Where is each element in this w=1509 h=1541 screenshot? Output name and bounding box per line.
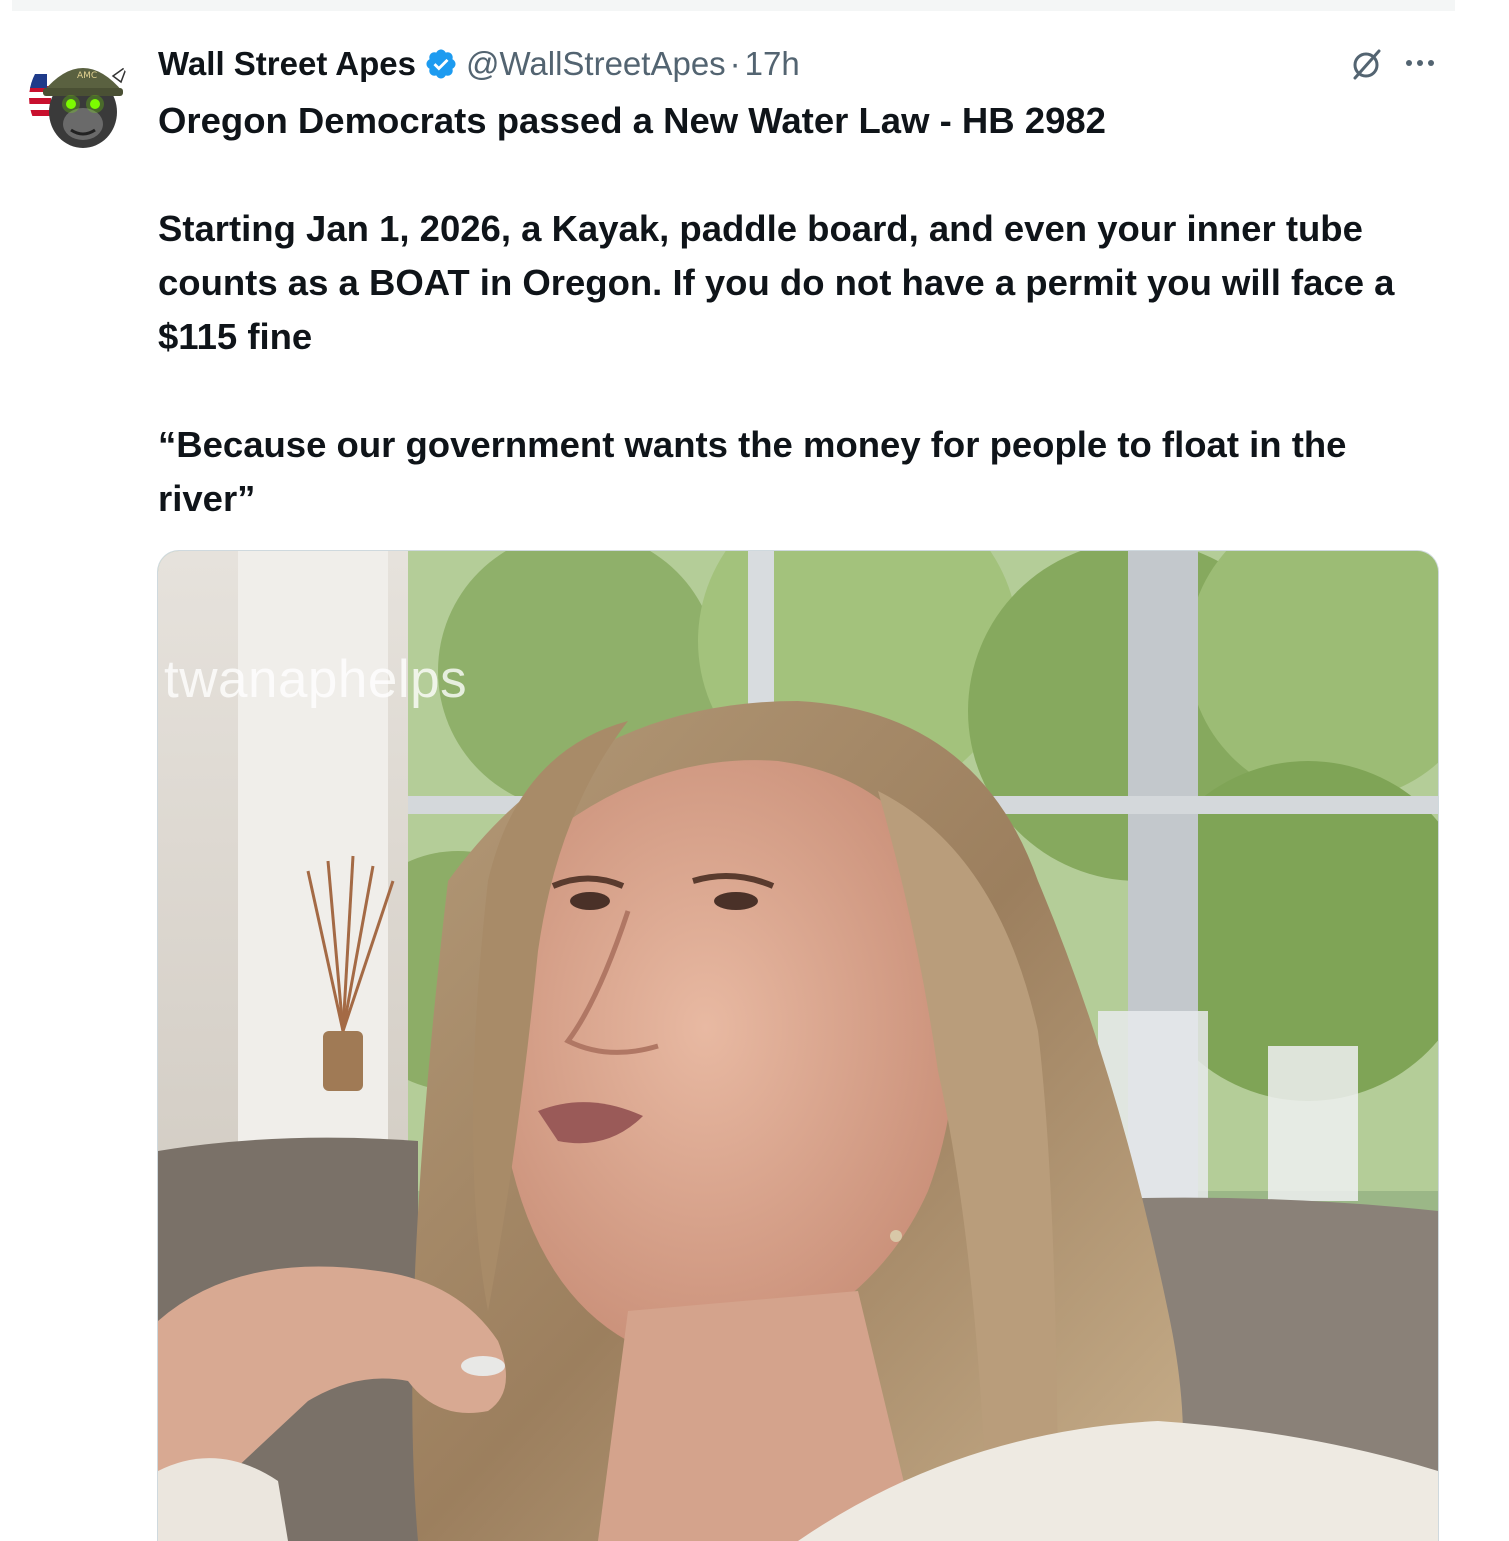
author-name[interactable]: Wall Street Apes bbox=[158, 38, 416, 90]
tweet-header: Wall Street Apes @WallStreetApes · 17h bbox=[158, 38, 800, 90]
tweet-body: Starting Jan 1, 2026, a Kayak, paddle bo… bbox=[158, 208, 1405, 357]
tweet-headline: Oregon Democrats passed a New Water Law … bbox=[158, 100, 1106, 141]
tweet-timestamp[interactable]: 17h bbox=[745, 38, 800, 90]
ape-helmet-avatar-icon: AMC bbox=[29, 46, 133, 150]
avatar[interactable]: AMC bbox=[29, 46, 133, 150]
svg-text:AMC: AMC bbox=[77, 71, 97, 81]
video-player[interactable]: twanaphelps bbox=[157, 550, 1439, 1541]
top-divider bbox=[12, 0, 1455, 11]
grok-icon[interactable] bbox=[1350, 47, 1384, 81]
more-icon[interactable] bbox=[1400, 49, 1440, 77]
tweet-quote: “Because our government wants the money … bbox=[158, 424, 1357, 519]
video-watermark: twanaphelps bbox=[164, 650, 468, 709]
author-handle[interactable]: @WallStreetApes bbox=[466, 38, 726, 90]
header-separator: · bbox=[729, 45, 741, 82]
verified-badge-icon[interactable] bbox=[424, 47, 458, 81]
tweet-text: Oregon Democrats passed a New Water Law … bbox=[158, 94, 1438, 526]
